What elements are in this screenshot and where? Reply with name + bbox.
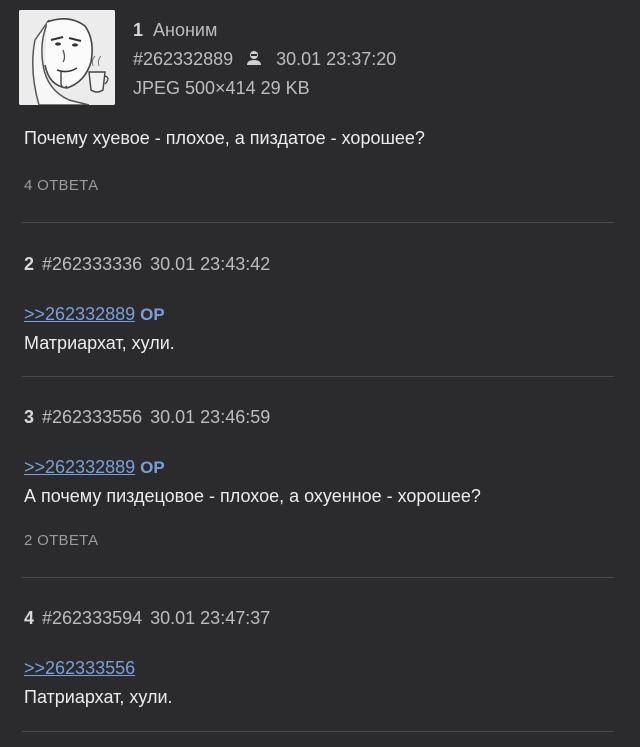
replies-count[interactable]: 2 ОТВЕТА — [24, 532, 481, 549]
reply-link[interactable]: >>262332889 — [24, 304, 135, 324]
post-datetime: 30.01 23:46:59 — [150, 407, 271, 427]
file-info: JPEG 500×414 29 KB — [133, 78, 310, 98]
post-id[interactable]: #262333594 — [42, 608, 142, 628]
post-datetime: 30.01 23:37:20 — [276, 49, 397, 69]
op-post: 1 Аноним #262332889 30.01 23:37:20 JPEG 5… — [0, 0, 640, 222]
post-comment: Матриархат, хули. — [24, 333, 175, 353]
divider — [22, 376, 614, 377]
reply-post-3: 3 #262333556 30.01 23:46:59 >>262332889 OP … — [24, 403, 481, 549]
op-tag: OP — [140, 458, 165, 477]
op-tag: OP — [140, 305, 165, 324]
post-comment: Патриархат, хули. — [24, 687, 173, 707]
post-number[interactable]: 1 — [133, 20, 143, 40]
post-datetime: 30.01 23:47:37 — [150, 608, 271, 628]
author-name: Аноним — [153, 20, 218, 40]
reply-link[interactable]: >>262332889 — [24, 457, 135, 477]
op-comment: Почему хуевое - плохое, а пиздатое - хор… — [24, 128, 425, 148]
op-thumbnail-image[interactable] — [19, 10, 115, 105]
post-id[interactable]: #262332889 — [133, 49, 233, 69]
reply-post-2: 2 #262333336 30.01 23:43:42 >>262332889 OP … — [24, 250, 270, 358]
divider — [22, 731, 614, 732]
op-meta: 1 Аноним #262332889 30.01 23:37:20 JPEG 5… — [133, 16, 396, 103]
reply-post-4: 4 #262333594 30.01 23:47:37 >>262333556 Па… — [24, 604, 270, 712]
post-number[interactable]: 2 — [24, 254, 34, 274]
post-number[interactable]: 3 — [24, 407, 34, 427]
post-id[interactable]: #262333336 — [42, 254, 142, 274]
post-id[interactable]: #262333556 — [42, 407, 142, 427]
divider — [22, 577, 614, 578]
reply-link[interactable]: >>262333556 — [24, 658, 135, 678]
post-comment: А почему пиздецовое - плохое, а охуенное… — [24, 486, 481, 506]
divider — [22, 222, 614, 223]
post-number[interactable]: 4 — [24, 608, 34, 628]
replies-count[interactable]: 4 ОТВЕТА — [24, 177, 98, 194]
meme-face-icon — [19, 10, 115, 105]
post-datetime: 30.01 23:43:42 — [150, 254, 271, 274]
user-icon — [246, 46, 262, 75]
